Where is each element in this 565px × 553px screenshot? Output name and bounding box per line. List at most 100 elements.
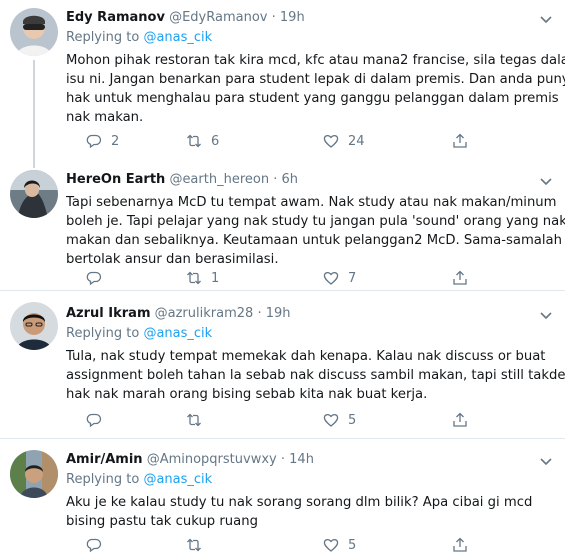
like-count: 24: [348, 133, 365, 149]
display-name[interactable]: Amir/Amin: [66, 452, 143, 467]
retweet-button[interactable]: [186, 409, 211, 431]
separator-dot: ·: [271, 10, 276, 25]
separator-dot: ·: [280, 452, 286, 467]
retweet-icon: [187, 538, 201, 552]
tweet-text-line: bising pastu tak cukup ruang: [66, 514, 258, 529]
user-handle[interactable]: @azrulikram28: [155, 306, 254, 321]
like-count: 7: [348, 270, 357, 286]
reply-button[interactable]: [86, 267, 111, 289]
replying-to: Replying to @anas_cik: [66, 470, 535, 490]
display-name[interactable]: Azrul Ikram: [66, 306, 151, 321]
avatar[interactable]: [10, 170, 58, 218]
reply-icon: [86, 413, 102, 428]
share-icon: [453, 133, 467, 148]
tweet-text: Mohon pihak restoran tak kira mcd, kfc a…: [66, 51, 565, 127]
user-handle[interactable]: @earth_hereon: [169, 172, 269, 187]
like-count: 5: [348, 412, 357, 428]
avatar[interactable]: [10, 450, 58, 498]
chevron-down-icon[interactable]: [539, 174, 553, 188]
retweet-button[interactable]: 1: [186, 267, 219, 289]
separator-dot: ·: [257, 306, 262, 321]
tweet-4[interactable]: Amir/Amin @Aminopqrstuvwxy · 14h Replyin…: [0, 440, 565, 553]
timestamp[interactable]: 19h: [280, 10, 305, 25]
display-name[interactable]: Edy Ramanov: [66, 10, 165, 25]
like-count: 5: [348, 537, 357, 553]
user-handle[interactable]: @EdyRamanov: [169, 10, 267, 25]
like-icon: [323, 539, 339, 552]
separator-dot: ·: [273, 172, 278, 187]
replying-to-label: Replying to: [66, 472, 140, 487]
reply-button[interactable]: [86, 534, 111, 553]
tweet-actions: 5: [86, 534, 486, 553]
like-icon: [323, 414, 339, 427]
tweet-feed: Edy Ramanov @EdyRamanov · 19h Replying t…: [0, 0, 565, 553]
replying-to-link[interactable]: @anas_cik: [143, 472, 212, 487]
retweet-icon: [187, 134, 201, 148]
tweet-text-line: isu ni. Jangan benarkan para student lep…: [66, 72, 565, 87]
reply-button[interactable]: [86, 409, 111, 431]
display-name[interactable]: HereOn Earth: [66, 172, 165, 187]
share-button[interactable]: [452, 267, 468, 289]
replying-to-label: Replying to: [66, 30, 140, 45]
like-button[interactable]: 5: [323, 409, 356, 431]
tweet-2[interactable]: HereOn Earth @earth_hereon · 6h Tapi seb…: [0, 160, 565, 291]
replying-to: Replying to @anas_cik: [66, 324, 535, 344]
share-icon: [453, 412, 467, 427]
chevron-down-icon[interactable]: [539, 454, 553, 468]
tweet-actions: 1 7: [86, 267, 486, 289]
chevron-down-icon[interactable]: [539, 12, 553, 26]
timestamp[interactable]: 6h: [282, 172, 299, 187]
retweet-button[interactable]: 6: [186, 130, 219, 152]
share-icon: [453, 270, 467, 285]
share-button[interactable]: [452, 409, 468, 431]
avatar[interactable]: [10, 8, 58, 56]
retweet-count: 6: [211, 133, 220, 149]
reply-icon: [86, 271, 102, 286]
share-button[interactable]: [452, 534, 468, 553]
like-button[interactable]: 5: [323, 534, 356, 553]
chevron-down-icon[interactable]: [539, 308, 553, 322]
tweet-text-line: Aku je ke kalau study tu nak sorang sora…: [66, 495, 533, 510]
tweet-text-line: boleh je. Tapi pelajar yang nak study tu…: [66, 214, 565, 229]
tweet-actions: 5: [86, 409, 486, 431]
tweet-text-line: Tula, nak study tempat memekak dah kenap…: [66, 349, 546, 364]
tweet-text: Tula, nak study tempat memekak dah kenap…: [66, 347, 565, 404]
tweet-text: Tapi sebenarnya McD tu tempat awam. Nak …: [66, 193, 565, 269]
timestamp[interactable]: 19h: [266, 306, 291, 321]
retweet-icon: [187, 413, 201, 427]
share-button[interactable]: [452, 130, 468, 152]
reply-button[interactable]: 2: [86, 130, 119, 152]
tweet-text-line: hak untuk menghalau para student yang ga…: [66, 91, 559, 106]
tweet-header: Amir/Amin @Aminopqrstuvwxy · 14h: [66, 450, 535, 470]
tweet-text-line: makan dan sebaliknya. Keutamaan untuk pe…: [66, 233, 562, 248]
reply-icon: [86, 134, 102, 149]
tweet-header: HereOn Earth @earth_hereon · 6h: [66, 170, 535, 190]
replying-to-link[interactable]: @anas_cik: [143, 326, 212, 341]
retweet-icon: [187, 271, 201, 285]
timestamp[interactable]: 14h: [289, 452, 314, 467]
share-icon: [453, 537, 467, 552]
replying-to-link[interactable]: @anas_cik: [143, 30, 212, 45]
tweet-text: Aku je ke kalau study tu nak sorang sora…: [66, 493, 535, 531]
tweet-text-line: nak makan.: [66, 110, 144, 125]
tweet-text-line: Tapi sebenarnya McD tu tempat awam. Nak …: [66, 195, 557, 210]
reply-icon: [86, 538, 102, 553]
user-handle[interactable]: @Aminopqrstuvwxy: [147, 452, 277, 467]
reply-count: 2: [111, 133, 120, 149]
replying-to: Replying to @anas_cik: [66, 28, 535, 48]
tweet-text-line: hak nak marah orang bising sebab kita na…: [66, 387, 428, 402]
tweet-header: Edy Ramanov @EdyRamanov · 19h: [66, 8, 535, 28]
tweet-1[interactable]: Edy Ramanov @EdyRamanov · 19h Replying t…: [0, 0, 565, 160]
tweet-actions: 2 6 24: [86, 130, 486, 152]
tweet-header: Azrul Ikram @azrulikram28 · 19h: [66, 304, 535, 324]
retweet-count: 1: [211, 270, 220, 286]
avatar[interactable]: [10, 302, 58, 350]
tweet-3[interactable]: Azrul Ikram @azrulikram28 · 19h Replying…: [0, 292, 565, 439]
like-button[interactable]: 24: [323, 130, 365, 152]
replying-to-label: Replying to: [66, 326, 140, 341]
tweet-text-line: Mohon pihak restoran tak kira mcd, kfc a…: [66, 53, 565, 68]
like-button[interactable]: 7: [323, 267, 356, 289]
like-icon: [323, 272, 339, 285]
retweet-button[interactable]: [186, 534, 211, 553]
like-icon: [323, 135, 339, 148]
